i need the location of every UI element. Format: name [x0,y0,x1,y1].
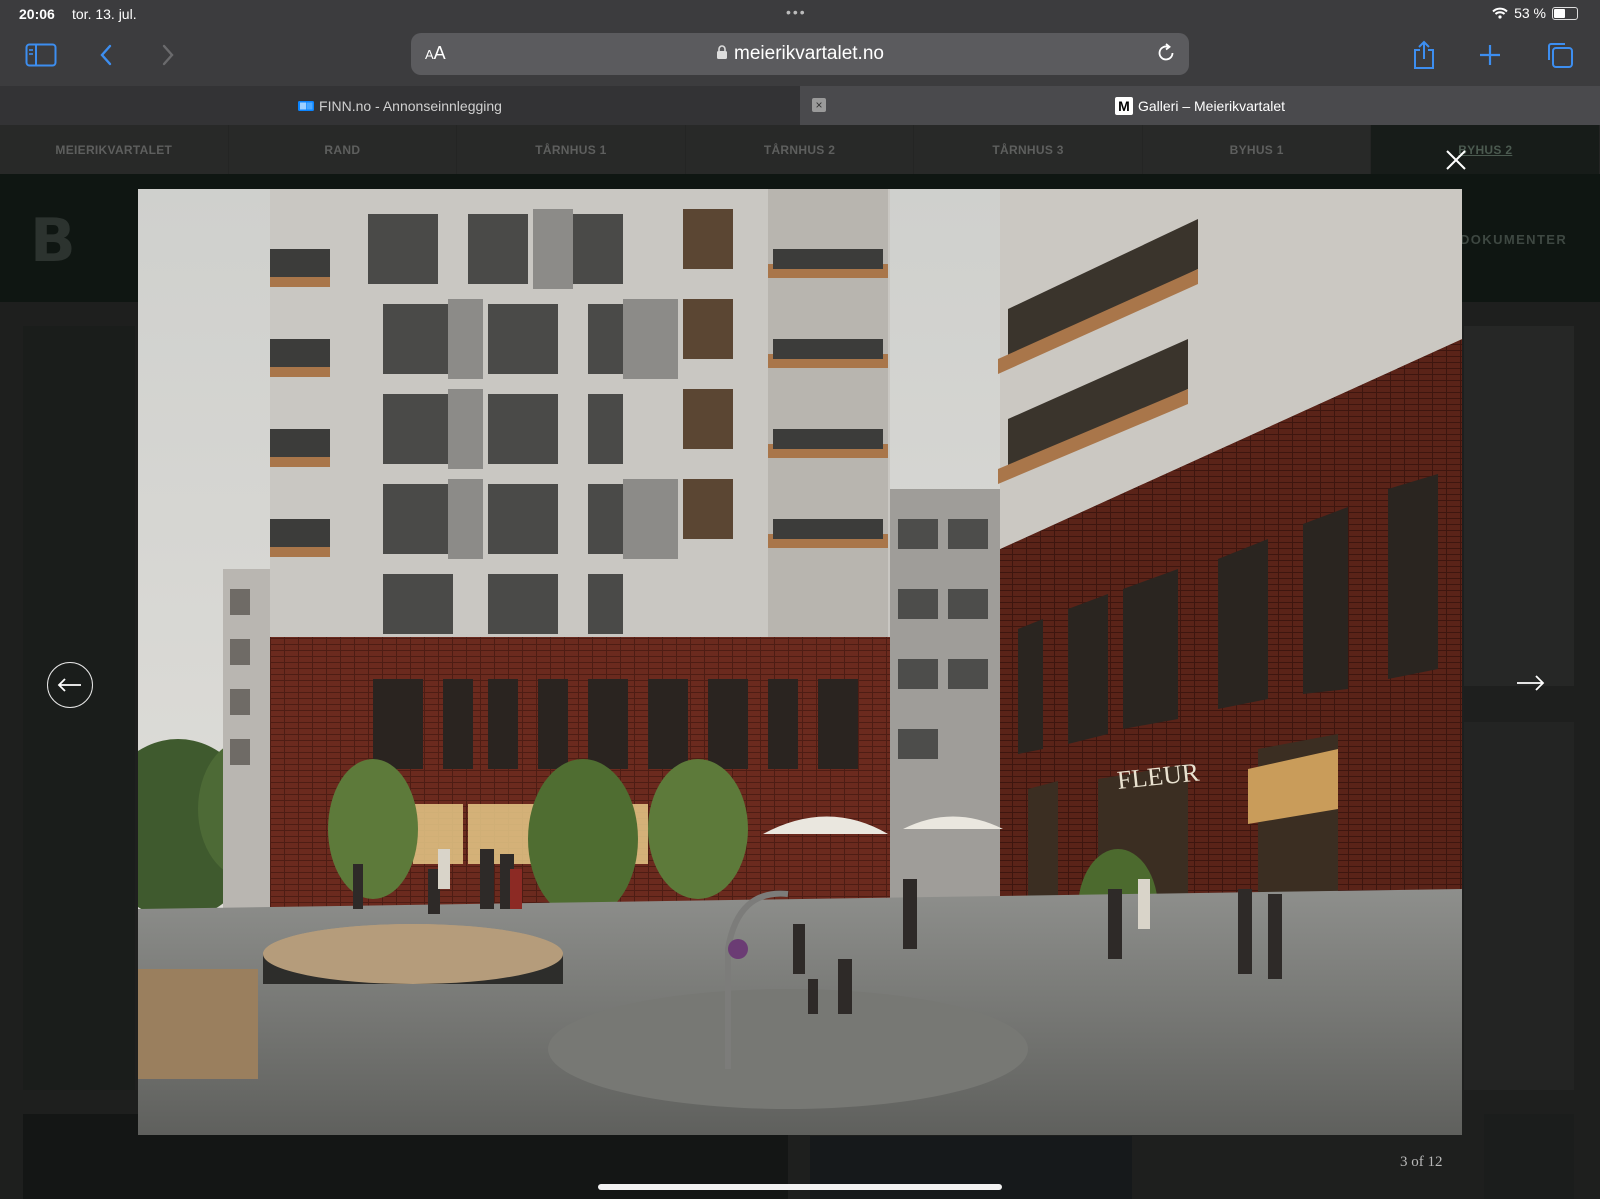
nav-item-byhus-2[interactable]: BYHUS 2 [1371,125,1600,174]
lock-icon [717,45,728,59]
tab-overview-icon[interactable] [1546,38,1574,72]
nav-item-tarnhus-1[interactable]: TÅRNHUS 1 [457,125,686,174]
tab-finn[interactable]: FINN.no - Annonseinnlegging [0,86,800,125]
nav-item-tarnhus-3[interactable]: TÅRNHUS 3 [914,125,1143,174]
home-indicator[interactable] [598,1184,1002,1190]
new-tab-icon[interactable] [1478,38,1502,72]
address-bar[interactable]: AA meierikvartalet.no [411,33,1189,75]
close-icon[interactable] [1443,147,1469,173]
tab-bar: FINN.no - Annonseinnlegging M Galleri – … [0,86,1600,125]
site-logo[interactable]: B [30,206,76,276]
forward-icon[interactable] [160,38,176,72]
close-tab-icon[interactable]: × [812,98,826,112]
url-display[interactable]: meierikvartalet.no [411,43,1189,65]
browser-toolbar: AA meierikvartalet.no [0,28,1600,86]
nav-item-tarnhus-2[interactable]: TÅRNHUS 2 [686,125,915,174]
tab-title: Galleri – Meierikvartalet [1137,97,1286,114]
site-nav: MEIERIKVARTALET RAND TÅRNHUS 1 TÅRNHUS 2… [0,125,1600,174]
background-gallery-tile [23,326,135,1090]
background-gallery-tile [1484,1114,1574,1199]
arrow-right-icon [1517,675,1545,691]
back-icon[interactable] [98,38,114,72]
tab-galleri[interactable]: M Galleri – Meierikvartalet [800,86,1600,125]
share-icon[interactable] [1412,38,1436,72]
nav-item-rand[interactable]: RAND [229,125,458,174]
reload-icon[interactable] [1155,42,1177,64]
arrow-left-icon [57,678,81,692]
battery-percent: 53 % [1514,5,1546,21]
gallery-photo: FLEUR [138,189,1462,1135]
background-gallery-tile [1464,326,1574,686]
multitasking-dots-icon[interactable]: ••• [786,4,807,20]
image-counter: 3 of 12 [1400,1154,1443,1170]
status-time: 20:06 [19,6,55,22]
nav-item-meierikvartalet[interactable]: MEIERIKVARTALET [0,125,229,174]
status-right: 53 % [1492,5,1578,21]
url-text: meierikvartalet.no [734,43,884,64]
meierikvartalet-m-icon: M [1114,96,1133,115]
menu-dokumenter[interactable]: DOKUMENTER [1460,232,1567,247]
sidebar-toggle-icon[interactable] [25,38,57,72]
next-image-button[interactable] [1515,675,1545,695]
status-bar: 20:06 tor. 13. jul. ••• 53 % [0,0,1600,28]
nav-item-byhus-1[interactable]: BYHUS 1 [1143,125,1372,174]
finn-icon [298,100,315,111]
wifi-icon [1492,7,1508,19]
status-date: tor. 13. jul. [72,6,137,22]
background-gallery-tile [1464,722,1574,1090]
previous-image-button[interactable] [47,662,93,708]
battery-icon [1552,6,1578,20]
battery-fill [1554,8,1565,18]
tab-title: FINN.no - Annonseinnlegging [319,97,502,114]
